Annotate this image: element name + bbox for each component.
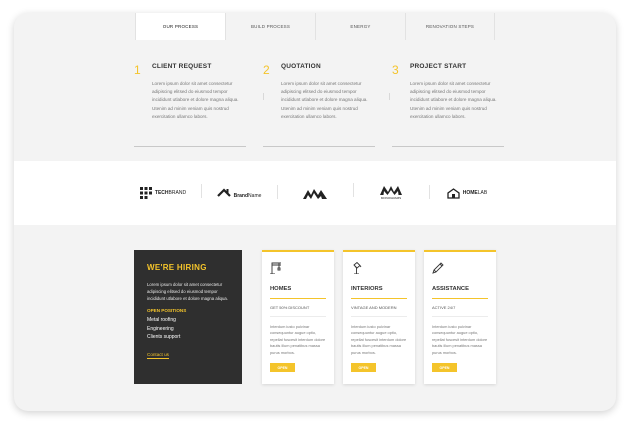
brand-logos-strip: TECHBRAND BrandName MONOGRAMS HOMELAB	[14, 161, 616, 225]
brand-peaks[interactable]	[277, 184, 353, 199]
step-number: 3	[392, 63, 399, 77]
pencil-icon	[432, 262, 444, 274]
step-divider	[263, 146, 375, 147]
tab-our-process[interactable]: OUR PROCESS	[135, 13, 225, 40]
service-card-homes: HOMES GET 50% DISCOUNT Interdum iusto pu…	[262, 250, 334, 384]
step-text: Lorem ipsum dolor sit amet consectetur a…	[281, 81, 368, 119]
tab-build-process[interactable]: BUILD PROCESS	[225, 13, 315, 40]
step-project-start: 3 PROJECT START Lorem ipsum dolor sit am…	[392, 63, 504, 147]
card-text: Interdum iusto pulvinar consequuntur aug…	[432, 324, 488, 355]
step-title: CLIENT REQUEST	[152, 63, 212, 70]
brand-techbrand[interactable]: TECHBRAND	[125, 187, 201, 199]
card-subtitle: ACTIVE 24/7	[432, 305, 456, 310]
step-quotation: 2 QUOTATION Lorem ipsum dolor sit amet c…	[263, 63, 375, 147]
brand-brandname[interactable]: BrandName	[201, 184, 277, 199]
position-item[interactable]: Clients support	[147, 333, 229, 342]
open-button[interactable]: OPEN	[432, 363, 457, 372]
peaks-logo-icon	[303, 188, 327, 199]
step-separator	[389, 93, 390, 100]
step-divider	[392, 146, 504, 147]
card-accent-rule	[270, 298, 326, 299]
step-client-request: 1 CLIENT REQUEST Lorem ipsum dolor sit a…	[134, 63, 246, 147]
step-title: QUOTATION	[281, 63, 321, 70]
card-text: Interdum iusto pulvinar consequuntur aug…	[270, 324, 326, 355]
brand-homelab[interactable]: HOMELAB	[429, 184, 505, 199]
homelab-logo-icon	[447, 187, 460, 199]
card-text: Interdum iusto pulvinar consequuntur aug…	[351, 324, 407, 355]
techbrand-logo-icon	[139, 187, 152, 199]
open-positions-title: OPEN POSITIONS	[147, 308, 187, 313]
card-accent-rule	[432, 298, 488, 299]
hiring-title: WE'RE HIRING	[147, 263, 207, 272]
service-card-interiors: INTERIORS VINTAGE AND MODERN Interdum iu…	[343, 250, 415, 384]
hiring-text: Lorem ipsum dolor sit amet consectetur a…	[147, 282, 228, 301]
card-subtitle: GET 50% DISCOUNT	[270, 305, 310, 310]
brand-name: TECHBRAND	[154, 190, 187, 196]
position-item[interactable]: Metal roofing	[147, 316, 229, 325]
step-divider	[134, 146, 246, 147]
step-text: Lorem ipsum dolor sit amet consectetur a…	[152, 81, 239, 119]
brandname-logo-icon	[216, 187, 231, 197]
position-item[interactable]: Engineering	[147, 325, 229, 334]
process-steps: 1 CLIENT REQUEST Lorem ipsum dolor sit a…	[134, 63, 504, 147]
brand-name: MONOGRAMS	[380, 196, 402, 200]
card-title: ASSISTANCE	[432, 286, 469, 292]
crane-icon	[270, 262, 281, 275]
card-divider	[270, 316, 326, 317]
step-separator	[263, 93, 264, 100]
card-subtitle: VINTAGE AND MODERN	[351, 305, 397, 310]
brand-name: BrandName	[233, 193, 262, 199]
tab-renovation-steps[interactable]: RENOVATION STEPS	[405, 13, 495, 40]
page-frame: OUR PROCESS BUILD PROCESS ENERGY RENOVAT…	[14, 13, 616, 411]
card-title: HOMES	[270, 286, 292, 292]
monogram-logo-icon	[380, 186, 402, 195]
card-divider	[432, 316, 488, 317]
open-button[interactable]: OPEN	[351, 363, 376, 372]
step-text: Lorem ipsum dolor sit amet consectetur a…	[410, 81, 497, 119]
step-number: 1	[134, 63, 141, 77]
step-title: PROJECT START	[410, 63, 467, 70]
brand-name: HOMELAB	[462, 190, 488, 196]
card-title: INTERIORS	[351, 286, 383, 292]
positions-list: Metal roofing Engineering Clients suppor…	[147, 316, 229, 342]
card-divider	[351, 316, 407, 317]
service-card-assistance: ASSISTANCE ACTIVE 24/7 Interdum iusto pu…	[424, 250, 496, 384]
card-accent-rule	[351, 298, 407, 299]
contact-us-link[interactable]: Contact us	[147, 352, 169, 359]
tab-energy[interactable]: ENERGY	[315, 13, 405, 40]
process-tabs: OUR PROCESS BUILD PROCESS ENERGY RENOVAT…	[14, 13, 616, 40]
brand-monograms[interactable]: MONOGRAMS	[353, 183, 429, 200]
open-button[interactable]: OPEN	[270, 363, 295, 372]
step-number: 2	[263, 63, 270, 77]
hiring-panel: WE'RE HIRING Lorem ipsum dolor sit amet …	[134, 250, 242, 384]
lamp-icon	[353, 261, 362, 275]
